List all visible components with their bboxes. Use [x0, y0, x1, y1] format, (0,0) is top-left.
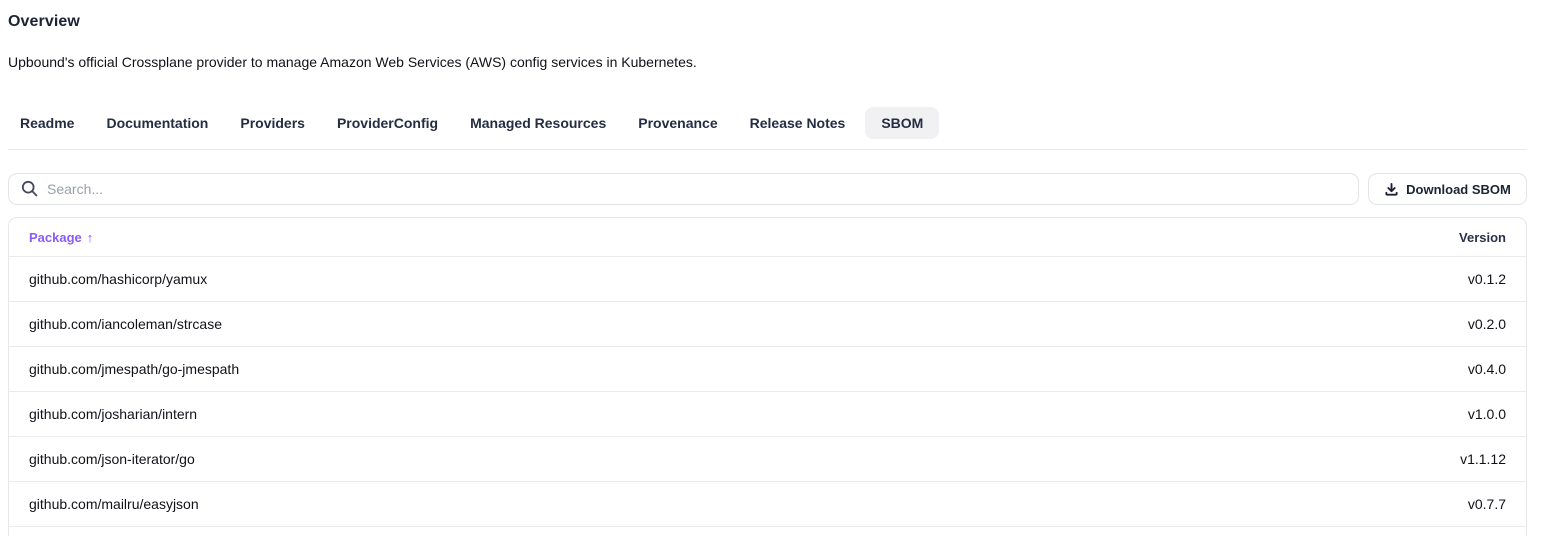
sort-ascending-icon: ↑: [87, 230, 94, 245]
package-name: github.com/mailru/easyjson: [29, 496, 199, 512]
package-name: github.com/iancoleman/strcase: [29, 316, 222, 332]
tab-readme[interactable]: Readme: [8, 107, 86, 139]
package-description: Upbound's official Crossplane provider t…: [8, 54, 1527, 70]
sbom-page: Overview Upbound's official Crossplane p…: [8, 13, 1527, 536]
search-input[interactable]: [8, 173, 1359, 205]
table-row: github.com/hashicorp/yamux v0.1.2: [9, 256, 1526, 301]
package-name: github.com/hashicorp/yamux: [29, 271, 207, 287]
tab-providers[interactable]: Providers: [228, 107, 317, 139]
download-button-label: Download SBOM: [1406, 182, 1511, 197]
tab-documentation[interactable]: Documentation: [94, 107, 220, 139]
package-name: github.com/josharian/intern: [29, 406, 197, 422]
package-version: v0.1.2: [1468, 271, 1506, 287]
package-version: v0.2.0: [1468, 316, 1506, 332]
package-version: v1.0.0: [1468, 406, 1506, 422]
table-row: github.com/josharian/intern v1.0.0: [9, 391, 1526, 436]
download-icon: [1384, 182, 1399, 197]
table-row: github.com/iancoleman/strcase v0.2.0: [9, 301, 1526, 346]
tab-providerconfig[interactable]: ProviderConfig: [325, 107, 450, 139]
column-header-version[interactable]: Version: [1459, 230, 1506, 245]
tab-provenance[interactable]: Provenance: [626, 107, 729, 139]
table-header-row: Package ↑ Version: [9, 218, 1526, 256]
column-header-package[interactable]: Package ↑: [29, 230, 93, 245]
table-row: github.com/jmespath/go-jmespath v0.4.0: [9, 346, 1526, 391]
search-container: [8, 173, 1359, 205]
search-icon: [21, 180, 38, 197]
download-sbom-button[interactable]: Download SBOM: [1368, 173, 1527, 205]
package-version: v0.4.0: [1468, 361, 1506, 377]
table-row-partial: [9, 526, 1526, 536]
page-title: Overview: [8, 13, 1527, 31]
tab-release-notes[interactable]: Release Notes: [738, 107, 858, 139]
package-name: github.com/json-iterator/go: [29, 451, 195, 467]
package-name: github.com/jmespath/go-jmespath: [29, 361, 239, 377]
tab-sbom[interactable]: SBOM: [865, 107, 939, 139]
table-row: github.com/json-iterator/go v1.1.12: [9, 436, 1526, 481]
sbom-toolbar: Download SBOM: [8, 173, 1527, 205]
package-column-label: Package: [29, 230, 82, 245]
package-version: v0.7.7: [1468, 496, 1506, 512]
sbom-package-table: Package ↑ Version github.com/hashicorp/y…: [8, 217, 1527, 536]
table-row: github.com/mailru/easyjson v0.7.7: [9, 481, 1526, 526]
tab-managed-resources[interactable]: Managed Resources: [458, 107, 618, 139]
package-version: v1.1.12: [1460, 451, 1506, 467]
tab-bar: Readme Documentation Providers ProviderC…: [8, 107, 1527, 150]
